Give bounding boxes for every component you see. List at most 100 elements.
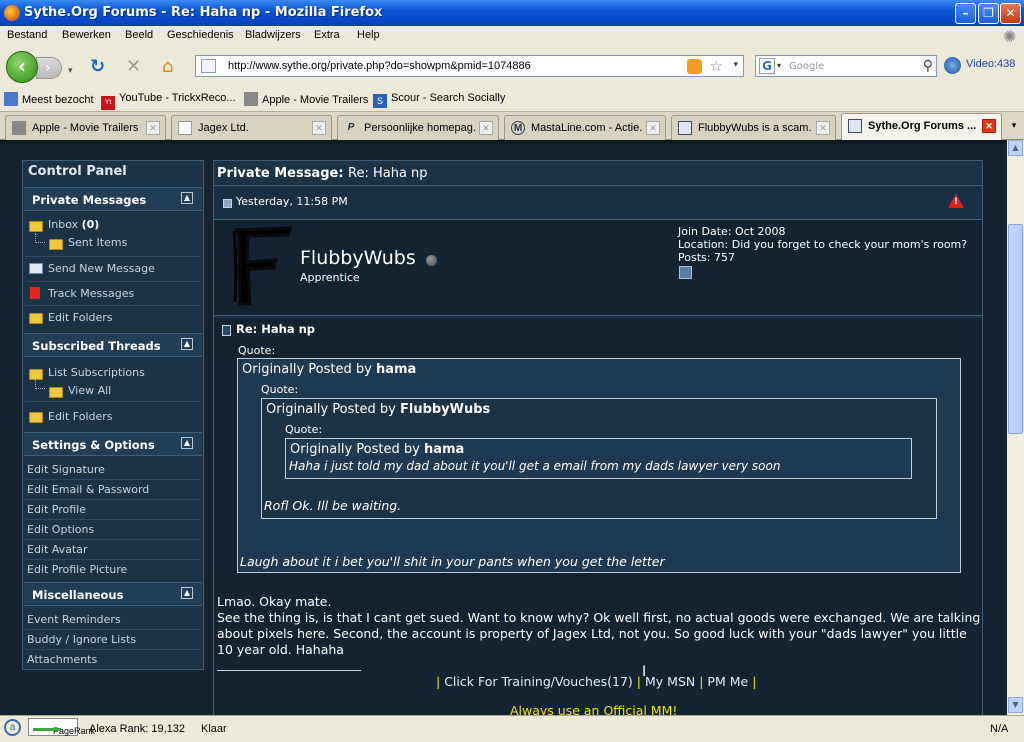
stop-icon[interactable]: ✕ <box>126 58 141 76</box>
msn-icon[interactable] <box>679 266 692 279</box>
bookmark-scour[interactable]: S Scour - Search Socially <box>373 92 505 108</box>
quote-attribution: Originally Posted by hama <box>290 442 465 457</box>
pm-title-label: Private Message: <box>217 166 344 181</box>
edit-folders-link-2[interactable]: Edit Folders <box>48 410 113 423</box>
list-subscriptions-link[interactable]: List Subscriptions <box>48 366 145 379</box>
reload-icon[interactable]: ↻ <box>90 58 105 76</box>
address-bar[interactable]: http://www.sythe.org/private.php?do=show… <box>195 55 744 77</box>
quote-text: Laugh about it i bet you'll shit in your… <box>240 554 665 569</box>
event-reminders-link[interactable]: Event Reminders <box>27 613 121 626</box>
edit-folders-link[interactable]: Edit Folders <box>48 311 113 324</box>
bookmark-meest-bezocht[interactable]: Meest bezocht <box>4 92 94 106</box>
edit-email-password-link[interactable]: Edit Email & Password <box>27 483 149 496</box>
tab-close-icon[interactable]: ✕ <box>146 121 160 135</box>
vertical-scrollbar[interactable]: ▲ ▼ <box>1007 140 1024 715</box>
edit-avatar-link[interactable]: Edit Avatar <box>27 543 88 556</box>
folder-add-icon <box>29 313 43 324</box>
history-dropdown-icon[interactable]: ▾ <box>68 62 73 80</box>
my-msn-link[interactable]: My MSN <box>645 674 695 689</box>
control-panel-title[interactable]: Control Panel <box>28 164 127 179</box>
collapse-icon[interactable]: ▲ <box>181 192 193 204</box>
collapse-icon[interactable]: ▲ <box>181 587 193 599</box>
edit-options-link[interactable]: Edit Options <box>27 523 94 536</box>
menu-bestand[interactable]: Bestand <box>7 29 47 41</box>
menu-geschiedenis[interactable]: Geschiedenis <box>167 29 234 41</box>
edit-profile-link[interactable]: Edit Profile <box>27 503 86 516</box>
edit-profile-picture-link[interactable]: Edit Profile Picture <box>27 563 127 576</box>
send-new-message-link[interactable]: Send New Message <box>48 262 155 275</box>
avatar[interactable] <box>228 226 294 306</box>
search-icon[interactable]: ⚲ <box>923 58 933 74</box>
tab-close-icon[interactable]: ✕ <box>816 121 830 135</box>
section-miscellaneous[interactable]: Miscellaneous ▲ <box>24 582 202 606</box>
post-subject: Re: Haha np <box>236 322 316 336</box>
offline-status-icon <box>426 255 437 266</box>
page-icon <box>178 121 192 135</box>
collapse-icon[interactable]: ▲ <box>181 338 193 350</box>
tab-sythe-forums[interactable]: Sythe.Org Forums ... ✕ <box>841 113 1002 140</box>
menu-bewerken[interactable]: Bewerken <box>62 29 111 41</box>
quote-label: Quote: <box>285 423 323 436</box>
tab-close-icon[interactable]: ✕ <box>312 121 326 135</box>
tab-close-icon[interactable]: ✕ <box>982 119 996 133</box>
post-subject-icon <box>222 325 231 336</box>
tab-persoonlijke[interactable]: P Persoonlijke homepag... ✕ <box>337 115 499 140</box>
scroll-up-icon[interactable]: ▲ <box>1008 140 1023 156</box>
bookmark-youtube[interactable]: Yt YouTube - TrickxReco... <box>101 92 236 110</box>
new-message-icon <box>29 263 43 274</box>
tab-close-icon[interactable]: ✕ <box>646 121 660 135</box>
alexa-icon[interactable]: a <box>4 719 21 736</box>
close-button[interactable]: ✕ <box>1000 3 1021 24</box>
scroll-down-icon[interactable]: ▼ <box>1008 697 1023 713</box>
menu-bladwijzers[interactable]: Bladwijzers <box>245 29 301 41</box>
window-title-bar[interactable]: Sythe.Org Forums - Re: Haha np - Mozilla… <box>0 0 1024 26</box>
edit-signature-link[interactable]: Edit Signature <box>27 463 105 476</box>
forum-icon <box>678 121 692 135</box>
view-all-link[interactable]: View All <box>68 384 111 397</box>
minimize-button[interactable]: – <box>955 3 976 24</box>
official-mm-link[interactable]: Always use an Official MM! <box>510 703 677 715</box>
back-button[interactable]: ‹ <box>6 51 38 83</box>
attachments-link[interactable]: Attachments <box>27 653 97 666</box>
search-box[interactable]: G ▾ Google ⚲ <box>755 55 937 77</box>
url-dropdown-icon[interactable]: ▾ <box>733 60 738 70</box>
inbox-link[interactable]: Inbox (0) <box>48 218 99 231</box>
pagerank-widget[interactable]: PageRank <box>28 718 95 736</box>
tab-list-dropdown-icon[interactable]: ▾ <box>1006 116 1022 136</box>
folder-icon <box>4 92 18 106</box>
google-engine-icon[interactable]: G <box>759 58 775 74</box>
bookmark-star-icon[interactable]: ☆ <box>710 57 723 75</box>
menu-extra[interactable]: Extra <box>314 29 340 41</box>
menu-beeld[interactable]: Beeld <box>125 29 153 41</box>
tab-jagex[interactable]: Jagex Ltd. ✕ <box>171 115 332 140</box>
training-vouches-link[interactable]: Click For Training/Vouches(17) <box>444 674 633 689</box>
forward-button[interactable]: › <box>36 57 62 79</box>
section-settings-options[interactable]: Settings & Options ▲ <box>24 432 202 456</box>
pm-body: Re: Haha np Quote: Originally Posted by … <box>214 318 982 715</box>
section-subscribed-threads[interactable]: Subscribed Threads ▲ <box>24 333 202 357</box>
tab-mastaline[interactable]: M MastaLine.com - Actie... ✕ <box>504 115 666 140</box>
control-panel: Control Panel Private Messages ▲ Inbox (… <box>22 160 204 670</box>
engine-dropdown-icon[interactable]: ▾ <box>777 61 781 70</box>
video-addon-icon[interactable] <box>944 57 961 74</box>
maximize-button[interactable]: ❐ <box>978 3 999 24</box>
video-counter[interactable]: Video:438 <box>966 58 1015 70</box>
tab-apple-trailers[interactable]: Apple - Movie Trailers ✕ <box>5 115 166 140</box>
username[interactable]: FlubbyWubs <box>300 247 416 269</box>
buddy-ignore-lists-link[interactable]: Buddy / Ignore Lists <box>27 633 136 646</box>
m-icon: M <box>511 121 525 135</box>
collapse-icon[interactable]: ▲ <box>181 437 193 449</box>
menu-help[interactable]: Help <box>357 29 380 41</box>
bookmark-apple-trailers[interactable]: Apple - Movie Trailers <box>244 92 368 106</box>
pm-me-link[interactable]: PM Me <box>707 674 748 689</box>
user-title: Apprentice <box>300 271 360 284</box>
rss-feed-icon[interactable] <box>687 59 702 74</box>
menu-bar: Bestand Bewerken Beeld Geschiedenis Blad… <box>0 26 1024 46</box>
scroll-thumb[interactable] <box>1008 224 1023 434</box>
track-messages-link[interactable]: Track Messages <box>48 287 134 300</box>
section-private-messages[interactable]: Private Messages ▲ <box>24 187 202 211</box>
tab-close-icon[interactable]: ✕ <box>479 121 493 135</box>
home-icon[interactable]: ⌂ <box>162 58 173 76</box>
sent-items-link[interactable]: Sent Items <box>68 236 127 249</box>
tab-flubbywubs-scam[interactable]: FlubbyWubs is a scam... ✕ <box>671 115 836 140</box>
